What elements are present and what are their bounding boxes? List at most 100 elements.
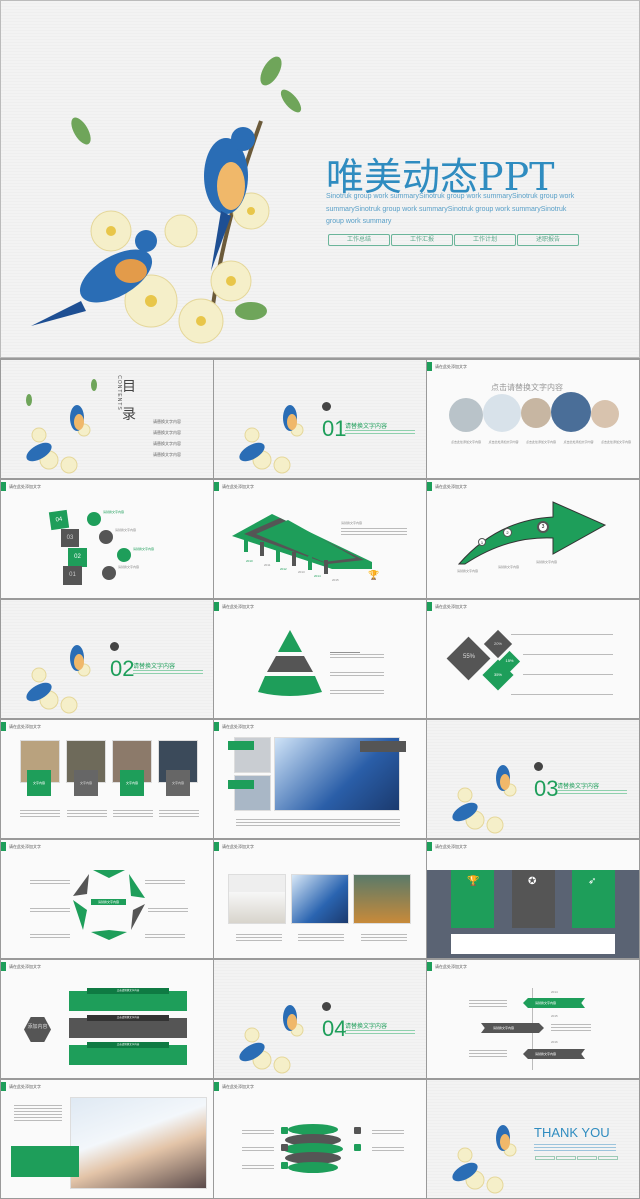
- slide-layers[interactable]: 请在此处添加文字: [214, 1080, 426, 1198]
- section-number: 02: [110, 656, 135, 681]
- bar-1[interactable]: [69, 991, 187, 1011]
- slide-three-photos[interactable]: 请在此处添加文字: [214, 840, 426, 958]
- photo-desc: [159, 808, 199, 819]
- slide-header: 请在此处添加文字: [435, 483, 467, 489]
- bar-3[interactable]: [69, 1045, 187, 1065]
- globe-icon: [87, 512, 101, 526]
- photo-label[interactable]: 文字内容: [27, 770, 51, 796]
- slide-arrows[interactable]: 请在此处添加文字 2010 2011 2012 2013 2014 2015 🏆…: [214, 480, 426, 598]
- slide-pyramid[interactable]: 请在此处添加文字 ▬▬▬▬▬▬▬▬▬▬: [214, 600, 426, 718]
- green-text-box: [11, 1146, 79, 1177]
- photo-label[interactable]: 文字内容: [120, 770, 144, 796]
- bar-2[interactable]: [69, 1018, 187, 1038]
- year-label: 2012: [280, 567, 287, 571]
- slide-hex-bars[interactable]: 请在此处添加文字 添加内容 点击请替换文字内容 点击请替换文字内容 点击请替换文…: [1, 960, 213, 1078]
- curve-marker[interactable]: 1: [478, 538, 486, 546]
- contents-item[interactable]: 请替换文字内容: [153, 416, 181, 427]
- photo-desc: [236, 817, 400, 828]
- diamond-value: 20%: [493, 641, 502, 646]
- thank-you-button[interactable]: [577, 1156, 597, 1160]
- slide-star[interactable]: 请在此处添加文字 请替换文字内容: [1, 840, 213, 958]
- diamond-value: 55%: [462, 654, 475, 660]
- layer-desc: [372, 1145, 404, 1153]
- step-03[interactable]: 03: [61, 529, 79, 547]
- section-number: 03: [534, 776, 559, 801]
- slide-section-03[interactable]: 03 请替换文字内容: [427, 720, 639, 838]
- photo-label[interactable]: 文字内容: [166, 770, 190, 796]
- slide-header: 请在此处添加文字: [222, 723, 254, 729]
- slide-icon-cards[interactable]: 请在此处添加文字 🏆 ✪ ➶: [427, 840, 639, 958]
- step-04[interactable]: 04: [48, 509, 70, 531]
- cover-slide[interactable]: 唯美动态PPT Sinotruk group work summarySinot…: [0, 0, 640, 358]
- curve-marker[interactable]: 2: [503, 528, 512, 537]
- curve-caption: 请替换文字内容: [457, 569, 479, 573]
- photo-label[interactable]: 文字内容: [74, 770, 98, 796]
- photo-circle: [449, 398, 483, 432]
- slide-steps[interactable]: 请在此处添加文字 04 03 02 01 请替换文字内容 请替换文字内容 请替换…: [1, 480, 213, 598]
- slide-curve-arrow[interactable]: 请在此处添加文字 1 2 3 请替换文字内容 请替换文字内容 请替换文字内容: [427, 480, 639, 598]
- year-label: 2011: [264, 563, 271, 567]
- section-dot: [322, 402, 331, 411]
- arrows-desc: [341, 526, 407, 537]
- chat-icon: [102, 566, 116, 580]
- button-work-report[interactable]: 工作汇报: [391, 234, 453, 246]
- photo-tag: [228, 780, 254, 789]
- layer-5: [288, 1162, 338, 1173]
- contents-list: 请替换文字内容 请替换文字内容 请替换文字内容 请替换文字内容: [153, 416, 181, 460]
- step-02[interactable]: 02: [68, 548, 87, 567]
- bar-title: 点击请替换文字内容: [87, 988, 169, 994]
- slide-header: 请在此处添加文字: [222, 483, 254, 489]
- bird-flower-illustration: [31, 56, 302, 344]
- contents-item[interactable]: 请替换文字内容: [153, 449, 181, 460]
- slide-section-04[interactable]: 04 请替换文字内容: [214, 960, 426, 1078]
- diamond-desc: [511, 692, 613, 697]
- year-label: 2013: [298, 570, 305, 574]
- year-label: 2014: [314, 574, 321, 578]
- thank-you-button[interactable]: [598, 1156, 618, 1160]
- thank-you-button[interactable]: [535, 1156, 555, 1160]
- diamond-desc: [523, 652, 613, 657]
- timeline-tag[interactable]: 请替换文字内容: [481, 1023, 544, 1033]
- photo-desc: [236, 932, 282, 943]
- slide-section-02[interactable]: 02 请替换文字内容: [1, 600, 213, 718]
- timeline-tag[interactable]: 请替换文字内容: [523, 1049, 585, 1059]
- timeline-tag[interactable]: 请替换文字内容: [523, 998, 585, 1008]
- contents-item[interactable]: 请替换文字内容: [153, 438, 181, 449]
- button-duty-report[interactable]: 述职报告: [517, 234, 579, 246]
- slide-handshake-photo[interactable]: 请在此处添加文字: [1, 1080, 213, 1198]
- photo-circle: [521, 398, 551, 428]
- thank-you-button[interactable]: [556, 1156, 576, 1160]
- slide-building-photos[interactable]: 请在此处添加文字: [214, 720, 426, 838]
- timeline-desc: [551, 1022, 591, 1033]
- slide-diamonds[interactable]: 请在此处添加文字 55% 20% 15% 35%: [427, 600, 639, 718]
- slide-timeline[interactable]: 请在此处添加文字 2014 2015 2016 请替换文字内容 请替换文字内容 …: [427, 960, 639, 1078]
- step-01[interactable]: 01: [63, 566, 82, 585]
- slide-header: 请在此处添加文字: [435, 363, 467, 369]
- slide-header: 请在此处添加文字: [9, 483, 41, 489]
- slide-thank-you[interactable]: THANK YOU: [427, 1080, 639, 1198]
- step-caption: 请替换文字内容: [118, 565, 140, 569]
- trophy-icon: 🏆: [368, 570, 380, 580]
- hex-label[interactable]: 添加内容: [24, 1017, 51, 1042]
- diamond-desc: [511, 632, 613, 637]
- button-work-plan[interactable]: 工作计划: [454, 234, 516, 246]
- link-icon: [99, 530, 113, 544]
- layer-icon: [354, 1144, 361, 1151]
- slide-header: 请在此处添加文字: [222, 603, 254, 609]
- slide-four-photos[interactable]: 请在此处添加文字 文字内容 文字内容 文字内容 文字内容: [1, 720, 213, 838]
- year-label: 2015: [332, 578, 339, 582]
- contents-item[interactable]: 请替换文字内容: [153, 427, 181, 438]
- timeline-desc: [469, 1048, 507, 1059]
- pyramid-desc: [330, 670, 384, 678]
- section-number: 01: [322, 416, 347, 441]
- section-dot: [322, 1002, 331, 1011]
- star-center-label[interactable]: 请替换文字内容: [91, 899, 126, 905]
- slide-header: 请在此处添加文字: [435, 603, 467, 609]
- star-graphic: [73, 870, 145, 940]
- bird-flower-illustration: [452, 765, 517, 834]
- curve-marker[interactable]: 3: [537, 521, 549, 533]
- slide-section-01[interactable]: 01 请替换文字内容: [214, 360, 426, 478]
- slide-circles[interactable]: 请在此处添加文字 点击请替换文字内容 点击此处添加文字内容 点击此处添加文字内容点…: [427, 360, 639, 478]
- slide-contents[interactable]: 目 录 CONTENTS 请替换文字内容 请替换文字内容 请替换文字内容 请替换…: [1, 360, 213, 478]
- button-work-summary[interactable]: 工作总结: [328, 234, 390, 246]
